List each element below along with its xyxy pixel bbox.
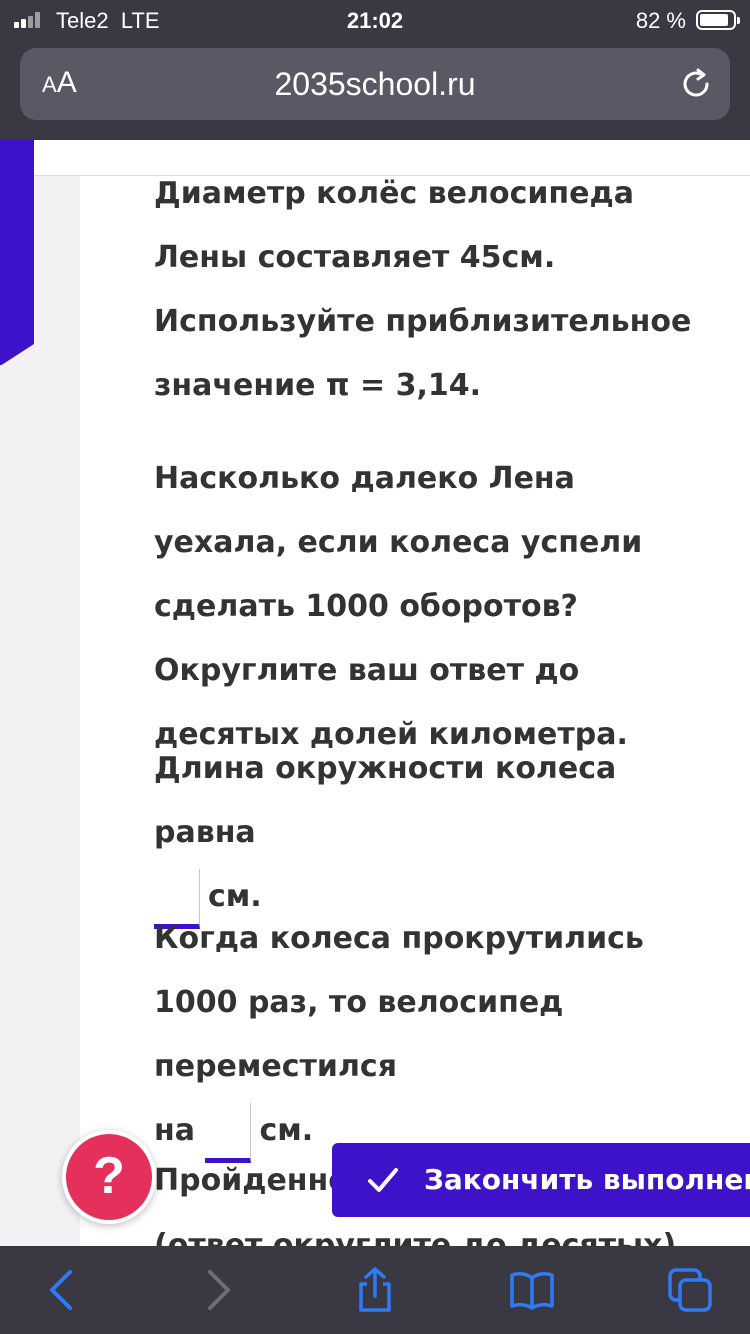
browser-bottom-toolbar (0, 1246, 750, 1334)
book-icon[interactable] (508, 1266, 556, 1314)
task-paragraph-4: Когда колеса прокрутились 1000 раз, то в… (154, 907, 714, 1163)
finish-button-label: Закончить выполнен (424, 1163, 750, 1196)
reload-icon[interactable] (678, 66, 714, 102)
circumference-label: Длина окружности колеса равна (154, 751, 617, 850)
task-paragraph-2: Насколько далеко Лена уехала, если колес… (154, 461, 643, 752)
battery-icon (696, 10, 740, 30)
task-paragraph-1: Диаметр колёс велосипеда Лены составляет… (154, 176, 692, 403)
url-text[interactable]: 2035school.ru (20, 66, 730, 103)
tabs-icon[interactable] (666, 1266, 714, 1314)
check-icon (368, 1168, 398, 1192)
battery-percent: 82 % (635, 8, 686, 33)
finish-button[interactable]: Закончить выполнен (332, 1143, 750, 1217)
task-paragraph-3: Длина окружности колеса равна см. (154, 737, 714, 929)
distance-unit: см. (259, 1113, 314, 1148)
share-icon[interactable] (351, 1266, 399, 1314)
chevron-left-icon[interactable] (38, 1266, 86, 1314)
status-bar: Tele2 LTE 21:02 82 % (0, 0, 750, 42)
help-button[interactable]: ? (62, 1130, 156, 1224)
distance-label: Когда колеса прокрутились 1000 раз, то в… (154, 921, 644, 1084)
address-bar[interactable]: AA 2035school.ru (20, 48, 730, 120)
browser-top-bar: Tele2 LTE 21:02 82 % AA 2035school.ru (0, 0, 750, 140)
decorative-side-band (0, 140, 34, 366)
distance-prefix: на (154, 1113, 195, 1148)
chevron-right-icon[interactable] (194, 1266, 242, 1314)
